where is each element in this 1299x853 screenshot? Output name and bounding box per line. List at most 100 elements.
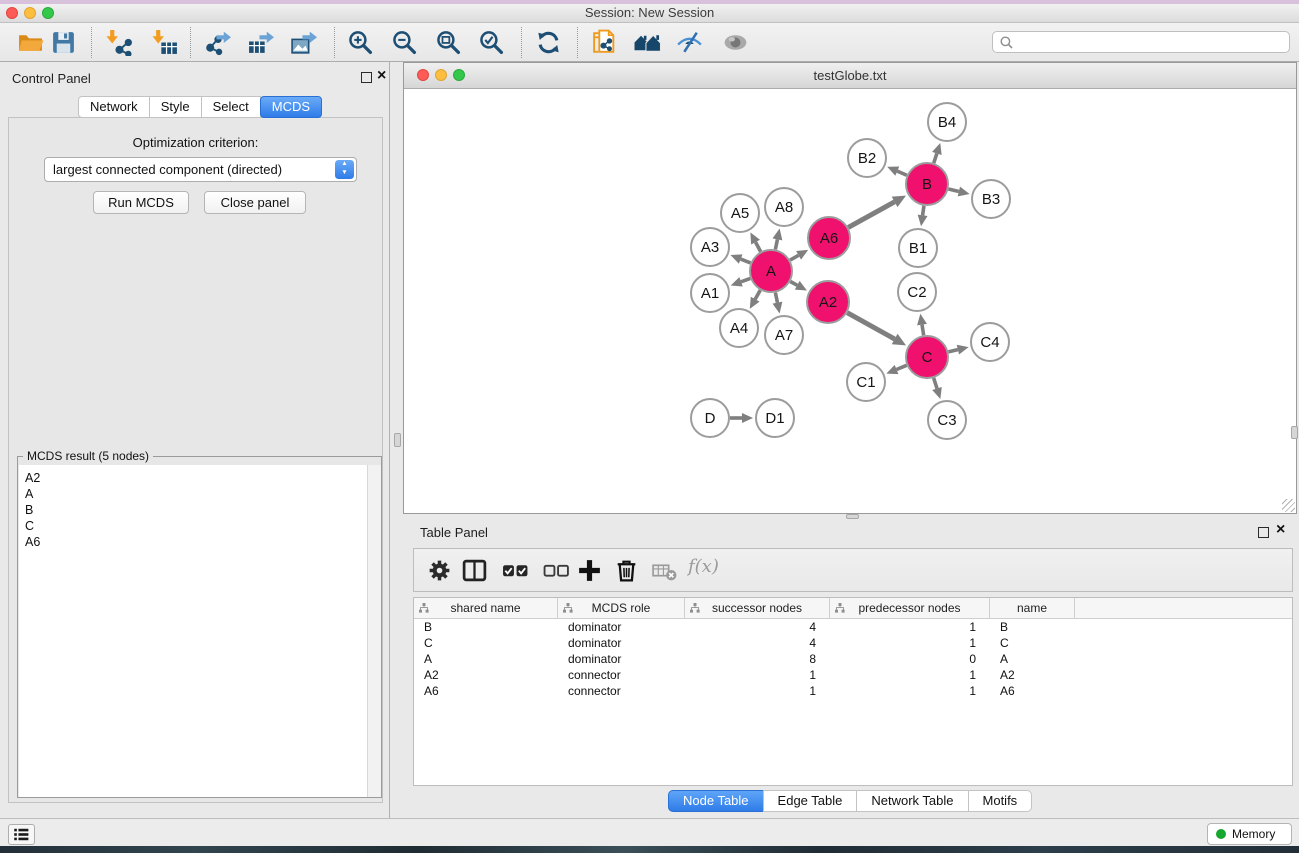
table-cell[interactable]: 1 bbox=[685, 667, 830, 683]
close-panel-icon[interactable]: × bbox=[377, 70, 386, 82]
table-cell[interactable]: 8 bbox=[685, 651, 830, 667]
window-minimize-button[interactable] bbox=[24, 7, 36, 19]
zoom-out-icon[interactable] bbox=[391, 29, 418, 56]
edge-C-C2[interactable] bbox=[922, 325, 924, 336]
network-graph[interactable]: B4B2BB3A5A8A6A3B1AA1C2A2A4A7C4CC1C3DD1 bbox=[404, 89, 1296, 513]
search-field[interactable] bbox=[992, 31, 1290, 53]
select-all-icon[interactable] bbox=[502, 557, 529, 584]
zoom-fit-icon[interactable] bbox=[435, 29, 462, 56]
table-cell[interactable]: 4 bbox=[685, 635, 830, 651]
vertical-divider-handle[interactable] bbox=[394, 433, 401, 447]
table-cell[interactable]: 1 bbox=[830, 667, 990, 683]
run-mcds-button[interactable]: Run MCDS bbox=[93, 191, 189, 214]
table-cell[interactable]: 1 bbox=[685, 683, 830, 699]
result-item[interactable]: A6 bbox=[25, 534, 375, 550]
delete-column-trash-icon[interactable] bbox=[613, 557, 640, 584]
tab-network[interactable]: Network bbox=[78, 96, 150, 118]
table-cell[interactable]: 1 bbox=[830, 635, 990, 651]
table-cell[interactable]: A6 bbox=[414, 683, 558, 699]
network-zoom-button[interactable] bbox=[453, 69, 465, 81]
delete-table-icon[interactable] bbox=[651, 557, 678, 584]
refresh-icon[interactable] bbox=[535, 29, 562, 56]
window-zoom-button[interactable] bbox=[42, 7, 54, 19]
tab-network-table[interactable]: Network Table bbox=[856, 790, 968, 812]
tab-mcds[interactable]: MCDS bbox=[260, 96, 322, 118]
table-cell[interactable]: 0 bbox=[830, 651, 990, 667]
edge-A-A4[interactable] bbox=[755, 290, 760, 299]
window-close-button[interactable] bbox=[6, 7, 18, 19]
table-cell[interactable]: dominator bbox=[558, 635, 685, 651]
table-cell[interactable]: 1 bbox=[830, 683, 990, 699]
network-close-button[interactable] bbox=[417, 69, 429, 81]
column-header-name[interactable]: name bbox=[990, 598, 1075, 618]
table-row[interactable]: Bdominator41B bbox=[414, 619, 1292, 635]
tab-node-table[interactable]: Node Table bbox=[668, 790, 764, 812]
home-layout-icon[interactable] bbox=[634, 29, 661, 56]
table-cell[interactable]: C bbox=[990, 635, 1075, 651]
right-divider-handle[interactable] bbox=[1291, 426, 1298, 439]
edge-A-A3[interactable] bbox=[741, 259, 751, 263]
float-panel-icon[interactable] bbox=[361, 72, 372, 83]
edge-B-B4[interactable] bbox=[934, 153, 937, 163]
result-item[interactable]: A bbox=[25, 486, 375, 502]
import-table-icon[interactable] bbox=[152, 29, 179, 56]
table-row[interactable]: A2connector11A2 bbox=[414, 667, 1292, 683]
table-cell[interactable]: A6 bbox=[990, 683, 1075, 699]
import-network-icon[interactable] bbox=[106, 29, 133, 56]
edge-A2-C[interactable] bbox=[847, 313, 894, 339]
table-row[interactable]: Cdominator41C bbox=[414, 635, 1292, 651]
export-table-icon[interactable] bbox=[247, 29, 274, 56]
edge-B-B1[interactable] bbox=[923, 206, 924, 216]
deselect-all-icon[interactable] bbox=[543, 557, 570, 584]
table-cell[interactable]: dominator bbox=[558, 619, 685, 635]
column-header-successor-nodes[interactable]: successor nodes bbox=[685, 598, 830, 618]
tab-edge-table[interactable]: Edge Table bbox=[763, 790, 858, 812]
table-cell[interactable]: A2 bbox=[414, 667, 558, 683]
network-from-file-icon[interactable] bbox=[591, 29, 618, 56]
zoom-in-icon[interactable] bbox=[347, 29, 374, 56]
edge-B-B2[interactable] bbox=[897, 171, 907, 175]
network-minimize-button[interactable] bbox=[435, 69, 447, 81]
edge-A-A5[interactable] bbox=[756, 242, 761, 251]
tab-style[interactable]: Style bbox=[149, 96, 202, 118]
network-canvas[interactable]: B4B2BB3A5A8A6A3B1AA1C2A2A4A7C4CC1C3DD1 bbox=[404, 89, 1296, 513]
edge-A-A6[interactable] bbox=[790, 255, 798, 260]
edge-B-B3[interactable] bbox=[948, 189, 958, 191]
table-cell[interactable]: B bbox=[990, 619, 1075, 635]
tab-motifs[interactable]: Motifs bbox=[968, 790, 1033, 812]
show-eye-icon[interactable] bbox=[722, 29, 749, 56]
table-cell[interactable]: A2 bbox=[990, 667, 1075, 683]
export-image-icon[interactable] bbox=[290, 29, 317, 56]
function-builder-icon[interactable]: f(x) bbox=[688, 556, 719, 577]
column-header-predecessor-nodes[interactable]: predecessor nodes bbox=[830, 598, 990, 618]
memory-button[interactable]: Memory bbox=[1207, 823, 1292, 845]
table-cell[interactable]: A bbox=[990, 651, 1075, 667]
edge-A-A8[interactable] bbox=[775, 239, 777, 249]
add-column-icon[interactable] bbox=[576, 557, 603, 584]
table-cell[interactable]: connector bbox=[558, 667, 685, 683]
edge-C-C4[interactable] bbox=[948, 350, 957, 352]
table-cell[interactable]: B bbox=[414, 619, 558, 635]
mcds-result-list[interactable]: A2ABCA6 bbox=[19, 465, 381, 797]
table-cell[interactable]: dominator bbox=[558, 651, 685, 667]
network-window-titlebar[interactable]: testGlobe.txt bbox=[404, 63, 1296, 89]
table-cell[interactable]: 4 bbox=[685, 619, 830, 635]
export-network-icon[interactable] bbox=[204, 29, 231, 56]
search-input[interactable] bbox=[1017, 33, 1285, 51]
edge-A-A7[interactable] bbox=[775, 293, 777, 303]
table-settings-gear-icon[interactable] bbox=[426, 557, 453, 584]
edge-A-A1[interactable] bbox=[741, 278, 750, 281]
table-cell[interactable]: A bbox=[414, 651, 558, 667]
tab-select[interactable]: Select bbox=[201, 96, 261, 118]
table-float-icon[interactable] bbox=[1258, 527, 1269, 538]
edge-A-A2[interactable] bbox=[790, 282, 797, 286]
save-session-icon[interactable] bbox=[50, 29, 77, 56]
table-cell[interactable]: C bbox=[414, 635, 558, 651]
hide-eye-icon[interactable] bbox=[676, 29, 703, 56]
result-item[interactable]: A2 bbox=[25, 470, 375, 486]
edge-C-C1[interactable] bbox=[897, 365, 907, 369]
table-cell[interactable]: connector bbox=[558, 683, 685, 699]
criterion-dropdown[interactable]: largest connected component (directed) ▲… bbox=[44, 157, 357, 182]
edge-C-C3[interactable] bbox=[934, 378, 937, 389]
open-session-icon[interactable] bbox=[17, 29, 44, 56]
